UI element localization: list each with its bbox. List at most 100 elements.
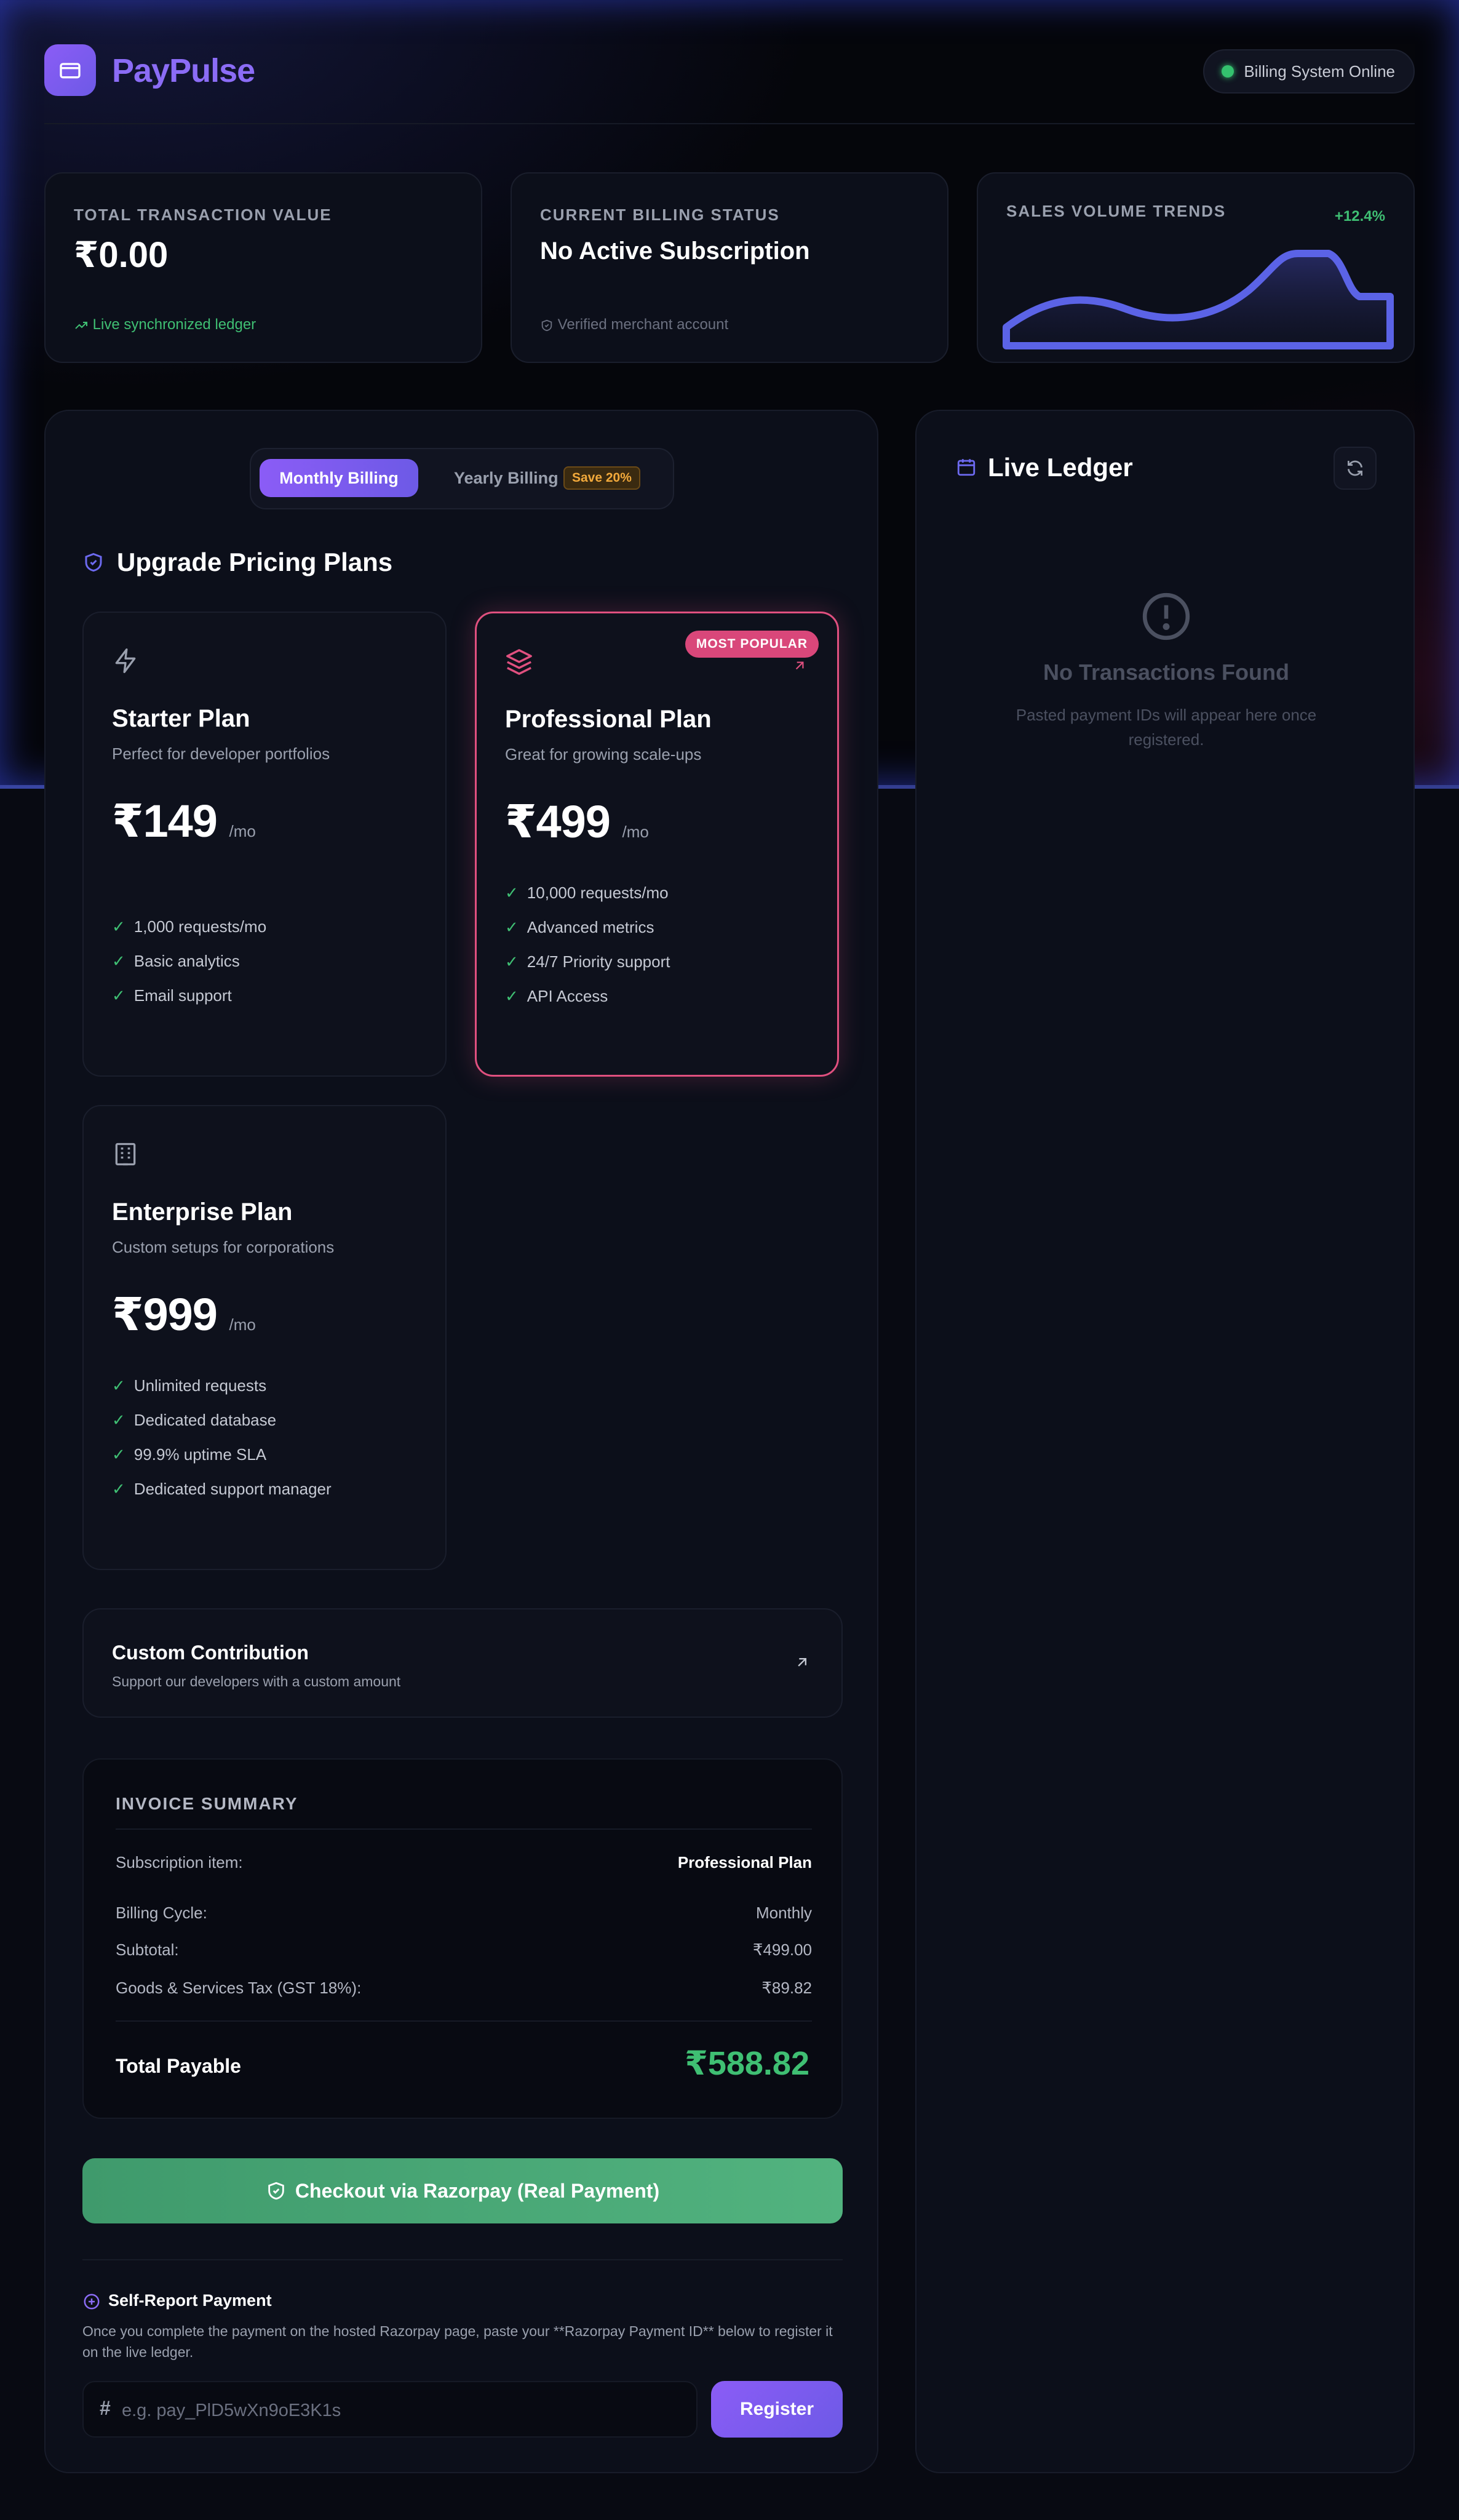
feature-item: ✓ 99.9% uptime SLA — [112, 1437, 332, 1472]
plan-card-enterprise[interactable]: Enterprise Plan Custom setups for corpor… — [82, 1105, 447, 1570]
check-icon: ✓ — [505, 952, 519, 971]
feature-item: ✓ Dedicated database — [112, 1403, 332, 1437]
refresh-icon — [1348, 460, 1362, 476]
system-status-badge: Billing System Online — [1203, 49, 1415, 94]
feature-text: Advanced metrics — [527, 918, 654, 936]
plan-description: Perfect for developer portfolios — [112, 744, 330, 763]
row-label: Subscription item: — [116, 1853, 243, 1872]
total-value: ₹588.82 — [685, 2045, 809, 2082]
plan-period: /mo — [229, 1315, 256, 1334]
row-value: ₹499.00 — [752, 1940, 812, 1959]
arrow-up-right-icon — [798, 1658, 806, 1667]
check-icon: ✓ — [112, 1376, 125, 1395]
plan-period: /mo — [622, 823, 649, 841]
shield-check-icon — [268, 2182, 284, 2199]
check-icon: ✓ — [112, 1480, 125, 1498]
empty-state-title: No Transactions Found — [1043, 660, 1290, 685]
row-value: Monthly — [755, 1904, 812, 1922]
pricing-section-title: Upgrade Pricing Plans — [82, 548, 392, 577]
check-icon: ✓ — [112, 986, 125, 1005]
plan-name: Enterprise Plan — [112, 1198, 293, 1226]
row-label: Subtotal: — [116, 1940, 179, 1959]
stat-footnote-text: Verified merchant account — [557, 316, 729, 333]
status-dot-icon — [1222, 65, 1234, 78]
stat-card-total: TOTAL TRANSACTION VALUE ₹0.00 Live synch… — [44, 172, 482, 363]
stat-label: SALES VOLUME TRENDS — [1006, 202, 1226, 220]
yearly-billing-button[interactable]: Yearly Billing — [454, 459, 559, 497]
plan-price-value: ₹499 — [505, 796, 611, 847]
stat-value: ₹0.00 — [74, 235, 169, 275]
total-label: Total Payable — [116, 2055, 241, 2077]
feature-text: API Access — [527, 987, 608, 1005]
empty-state-subtitle: Pasted payment IDs will appear here once… — [1016, 706, 1317, 749]
row-value: Professional Plan — [677, 1853, 812, 1872]
alert-circle-icon — [1142, 592, 1190, 640]
arrow-up-right-icon — [795, 661, 804, 670]
monthly-billing-button[interactable]: Monthly Billing — [260, 459, 418, 497]
check-icon: ✓ — [112, 1445, 125, 1464]
feature-text: Unlimited requests — [133, 1376, 267, 1395]
plan-features: ✓ 1,000 requests/mo ✓ Basic analytics ✓ Ema… — [112, 909, 266, 1013]
feature-item: ✓ 24/7 Priority support — [505, 944, 670, 979]
invoice-row-tax: Goods & Services Tax (GST 18%): ₹89.82 — [116, 1979, 812, 1998]
check-icon: ✓ — [505, 918, 519, 936]
invoice-row-cycle: Billing Cycle: Monthly — [116, 1904, 812, 1923]
feature-item: ✓ Advanced metrics — [505, 910, 670, 944]
checkout-razorpay-button[interactable]: Checkout via Razorpay (Real Payment) — [82, 2158, 843, 2223]
row-label: Billing Cycle: — [116, 1904, 207, 1922]
feature-text: Email support — [133, 986, 232, 1005]
most-popular-badge: MOST POPULAR — [685, 631, 819, 658]
plan-price: ₹999 /mo — [112, 1288, 256, 1341]
stat-footnote-text: Live synchronized ledger — [92, 316, 256, 333]
refresh-ledger-button[interactable] — [1334, 447, 1377, 490]
stat-footnote: Verified merchant account — [540, 316, 728, 333]
self-report-description: Once you complete the payment on the hos… — [82, 2323, 833, 2360]
section-title-text: Upgrade Pricing Plans — [117, 548, 393, 576]
invoice-row-item: Subscription item: Professional Plan — [116, 1853, 812, 1872]
plan-features: ✓ Unlimited requests ✓ Dedicated database … — [112, 1368, 332, 1506]
lightning-icon — [115, 648, 136, 673]
custom-contribution-title: Custom Contribution — [112, 1641, 309, 1664]
feature-item: ✓ Unlimited requests — [112, 1368, 332, 1403]
custom-contribution-card[interactable]: Custom Contribution Support our develope… — [82, 1608, 843, 1718]
invoice-row-subtotal: Subtotal: ₹499.00 — [116, 1940, 812, 1960]
feature-item: ✓ 10,000 requests/mo — [505, 875, 670, 910]
shield-check-icon — [541, 319, 552, 331]
plan-card-professional[interactable]: MOST POPULAR Professional Plan Great for… — [475, 612, 839, 1077]
feature-text: 1,000 requests/mo — [133, 917, 267, 936]
building-icon — [115, 1142, 136, 1166]
stat-value: No Active Subscription — [540, 237, 810, 265]
stat-label: CURRENT BILLING STATUS — [540, 205, 780, 224]
stat-card-billing-status: CURRENT BILLING STATUS No Active Subscri… — [511, 172, 948, 363]
invoice-title: INVOICE SUMMARY — [116, 1794, 298, 1813]
plus-circle-icon — [84, 2294, 100, 2310]
feature-item: ✓ Basic analytics — [112, 944, 266, 978]
feature-text: 10,000 requests/mo — [527, 883, 669, 902]
brand-name: PayPulse — [112, 52, 255, 89]
plan-price-value: ₹999 — [112, 1289, 218, 1340]
register-button[interactable]: Register — [711, 2381, 843, 2438]
feature-text: Dedicated database — [133, 1411, 277, 1429]
sales-sparkline — [1003, 250, 1394, 349]
payment-id-input[interactable] — [122, 2392, 675, 2429]
check-icon: ✓ — [505, 987, 519, 1005]
plan-description: Custom setups for corporations — [112, 1238, 335, 1256]
invoice-summary: INVOICE SUMMARY Subscription item: Profe… — [82, 1758, 843, 2119]
feature-item: ✓ Dedicated support manager — [112, 1472, 332, 1506]
feature-text: 24/7 Priority support — [527, 952, 670, 971]
app-header: PayPulse Billing System Online — [44, 44, 1415, 124]
check-icon: ✓ — [112, 917, 125, 936]
self-report-title-text: Self-Report Payment — [108, 2291, 272, 2310]
feature-item: ✓ Email support — [112, 978, 266, 1013]
divider — [116, 1828, 812, 1830]
ledger-title: Live Ledger — [956, 453, 1133, 482]
check-icon: ✓ — [112, 1411, 125, 1429]
payment-id-field: # — [82, 2381, 698, 2438]
stat-footnote: Live synchronized ledger — [74, 316, 256, 333]
plan-card-starter[interactable]: Starter Plan Perfect for developer portf… — [82, 612, 447, 1077]
feature-item: ✓ 1,000 requests/mo — [112, 909, 266, 944]
row-label: Goods & Services Tax (GST 18%): — [116, 1979, 362, 1997]
feature-item: ✓ API Access — [505, 979, 670, 1013]
custom-contribution-subtitle: Support our developers with a custom amo… — [112, 1673, 401, 1689]
hash-icon: # — [100, 2397, 111, 2419]
